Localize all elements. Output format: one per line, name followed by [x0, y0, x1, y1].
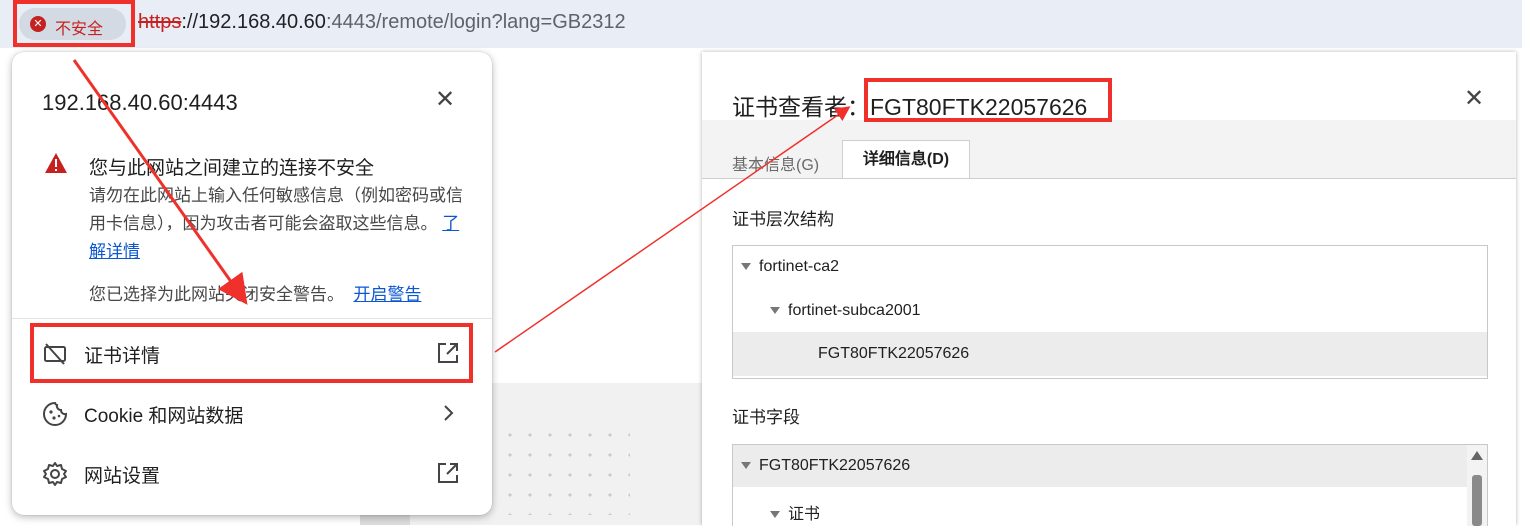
tree-node[interactable]: fortinet-subca2001: [770, 302, 921, 320]
page-dot-pattern: [500, 425, 630, 515]
gear-icon: [43, 462, 67, 486]
url-field[interactable]: https://192.168.40.60:4443/remote/login?…: [138, 11, 626, 34]
field-node[interactable]: FGT80FTK22057626: [741, 457, 910, 475]
tree-node-selected[interactable]: FGT80FTK22057626: [818, 345, 969, 363]
cookie-icon: [43, 401, 68, 426]
field-node-label: 证书: [788, 506, 821, 523]
warning-triangle-icon: [45, 153, 67, 173]
closed-warning-note: 您已选择为此网站关闭安全警告。 开启警告: [89, 280, 421, 305]
popup-host-title: 192.168.40.60:4443: [42, 90, 238, 115]
cookies-label: Cookie 和网站数据: [84, 406, 244, 427]
scroll-up-arrow-icon[interactable]: [1471, 451, 1483, 460]
url-path: :4443/remote/login?lang=GB2312: [325, 11, 626, 33]
annotation-box-cert-details: [30, 323, 473, 383]
url-host: ://192.168.40.60: [181, 11, 326, 33]
expand-triangle-icon: [741, 462, 751, 470]
warning-title: 您与此网站之间建立的连接不安全: [89, 158, 375, 179]
field-node-label: FGT80FTK22057626: [759, 457, 911, 474]
cert-hierarchy-tree: fortinet-ca2 fortinet-subca2001 FGT80FTK…: [732, 245, 1488, 379]
site-settings-label: 网站设置: [84, 466, 161, 487]
fields-label: 证书字段: [732, 408, 800, 427]
tree-node[interactable]: fortinet-ca2: [741, 258, 839, 276]
closed-warning-text: 您已选择为此网站关闭安全警告。: [89, 285, 344, 304]
external-link-icon: [438, 463, 458, 483]
cert-fields-tree: FGT80FTK22057626 证书: [732, 444, 1488, 526]
chevron-right-icon: [444, 405, 454, 421]
site-info-popup: 192.168.40.60:4443 ✕ 您与此网站之间建立的连接不安全 请勿在…: [12, 52, 492, 515]
enable-warning-link[interactable]: 开启警告: [353, 285, 421, 304]
annotation-box-security-chip: [13, 0, 135, 47]
address-bar: ✕ 不安全 https://192.168.40.60:4443/remote/…: [0, 0, 1522, 49]
annotation-box-cert-name: [864, 78, 1112, 122]
tree-node-label: FGT80FTK22057626: [818, 345, 970, 362]
expand-triangle-icon: [770, 307, 780, 315]
warning-body-text: 请勿在此网站上输入任何敏感信息（例如密码或信用卡信息），因为攻击者可能会盗取这些…: [89, 186, 463, 233]
expand-triangle-icon: [741, 263, 751, 271]
expand-triangle-icon: [770, 511, 780, 519]
url-protocol: https: [138, 11, 182, 33]
tree-node-label: fortinet-ca2: [759, 258, 840, 275]
scroll-thumb[interactable]: [1472, 475, 1482, 526]
close-icon[interactable]: ✕: [1464, 87, 1484, 111]
popup-divider: [12, 318, 492, 319]
site-settings-item[interactable]: 网站设置: [12, 445, 492, 501]
cookies-item[interactable]: Cookie 和网站数据: [12, 385, 492, 441]
field-node[interactable]: 证书: [770, 500, 820, 524]
tree-node-label: fortinet-subca2001: [788, 302, 921, 319]
tab-details[interactable]: 详细信息(D): [842, 140, 970, 178]
certificate-viewer-dialog: 证书查看者：FGT80FTK22057626 ✕ 基本信息(G) 详细信息(D)…: [702, 52, 1516, 526]
scrollbar[interactable]: [1467, 445, 1487, 526]
cert-title-prefix: 证书查看者：: [732, 94, 870, 120]
hierarchy-label: 证书层次结构: [732, 210, 834, 229]
warning-body: 请勿在此网站上输入任何敏感信息（例如密码或信用卡信息），因为攻击者可能会盗取这些…: [89, 182, 469, 266]
close-icon[interactable]: ✕: [435, 88, 455, 112]
